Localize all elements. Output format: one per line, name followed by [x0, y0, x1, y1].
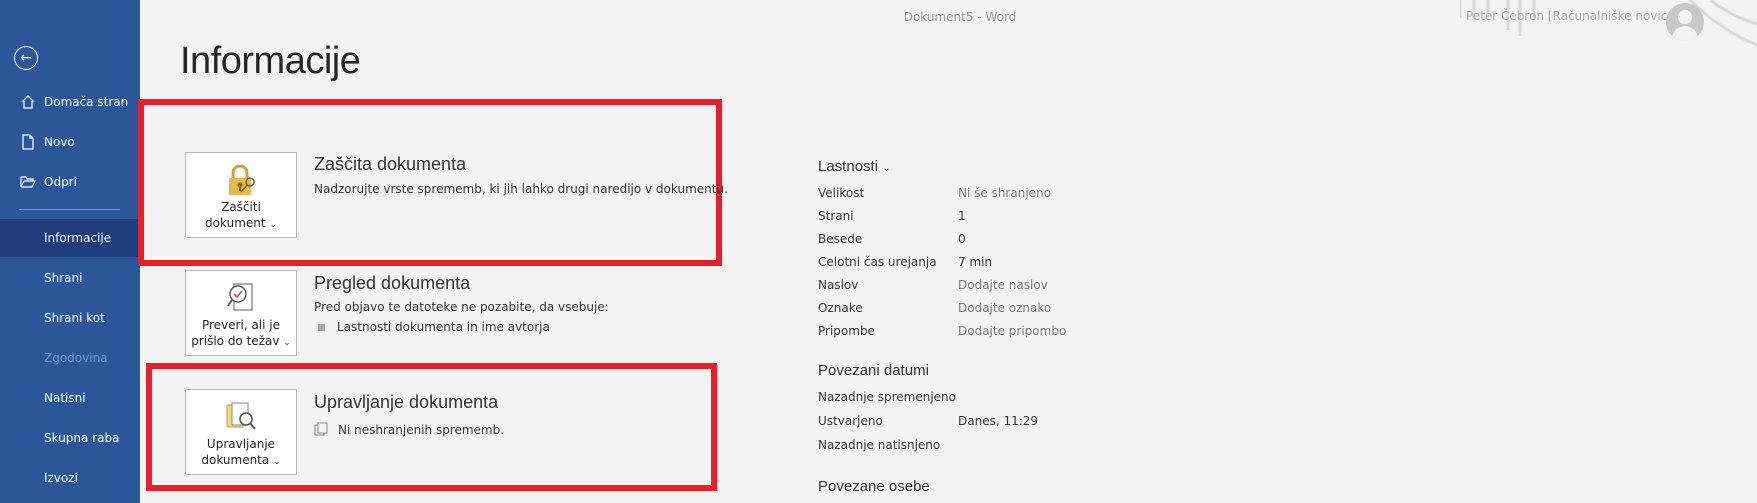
related-dates-heading: Povezani datumi [818, 362, 929, 379]
chevron-down-icon: ⌄ [283, 338, 291, 348]
nav-item-label: Novo [44, 135, 75, 149]
user-name[interactable]: Peter Čebron [Računalniške novice] [1466, 9, 1679, 23]
add-tag-field[interactable]: Dodajte oznako [958, 301, 1051, 315]
manage-section-description: Ni neshranjenih sprememb. [314, 422, 504, 439]
inspect-bullet-item: Lastnosti dokumenta in ime avtorja [318, 320, 550, 334]
nav-item-info[interactable]: Informacije [0, 219, 140, 257]
chevron-down-icon: ⌄ [882, 163, 891, 174]
back-arrow-icon[interactable]: ← [14, 46, 38, 70]
page-title: Informacije [180, 40, 361, 82]
nav-item-label: Skupna raba [44, 431, 120, 445]
document-title: Dokument5 - Word [903, 10, 1017, 24]
backstage-sidebar: ← Domača stran Novo Odpri Informacije Sh… [0, 0, 140, 503]
sidebar-divider [19, 209, 120, 210]
chevron-down-icon: ⌄ [273, 457, 281, 467]
bullet-icon [318, 324, 325, 331]
nav-item-label: Izvozi [44, 471, 78, 485]
nav-item-history: Zgodovina [0, 339, 140, 377]
add-title-field[interactable]: Dodajte naslov [958, 278, 1048, 292]
avatar-body [1672, 26, 1698, 41]
protect-section-description: Nadzorujte vrste sprememb, ki jih lahko … [314, 182, 728, 196]
nav-item-label: Informacije [44, 231, 112, 245]
nav-item-label: Odpri [44, 175, 77, 189]
nav-item-label: Zgodovina [44, 351, 108, 365]
inspect-section-title: Pregled dokumenta [314, 273, 471, 293]
nav-item-label: Shrani [44, 271, 83, 285]
properties-heading[interactable]: Lastnosti ⌄ [818, 158, 891, 175]
inspect-document-icon [224, 281, 258, 315]
document-copies-icon [314, 422, 328, 439]
nav-item-open[interactable]: Odpri [0, 163, 140, 201]
related-people-heading: Povezane osebe [818, 478, 930, 495]
nav-item-share[interactable]: Skupna raba [0, 419, 140, 457]
protect-document-button[interactable]: Zaščiti dokument ⌄ [185, 152, 297, 238]
nav-item-home[interactable]: Domača stran [0, 83, 140, 121]
nav-item-new[interactable]: Novo [0, 123, 140, 161]
manage-document-button[interactable]: Upravljanje dokumenta ⌄ [185, 389, 297, 475]
nav-item-print[interactable]: Natisni [0, 379, 140, 417]
nav-item-save[interactable]: Shrani [0, 259, 140, 297]
new-document-icon [19, 134, 37, 150]
manage-section-title: Upravljanje dokumenta [314, 392, 499, 412]
add-comment-field[interactable]: Dodajte pripombo [958, 324, 1066, 338]
button-label: Zaščiti dokument ⌄ [205, 200, 277, 230]
inspect-document-button[interactable]: Preveri, ali je prišlo do težav ⌄ [185, 270, 297, 356]
avatar[interactable] [1666, 3, 1704, 41]
button-label: Upravljanje dokumenta ⌄ [201, 437, 281, 467]
inspect-section-description: Pred objavo te datoteke ne pozabite, da … [314, 300, 609, 314]
open-folder-icon [19, 175, 37, 189]
avatar-head [1678, 10, 1692, 24]
manage-document-icon [224, 400, 258, 434]
button-label: Preveri, ali je prišlo do težav ⌄ [191, 318, 291, 348]
lock-key-icon [224, 163, 258, 197]
nav-item-label: Domača stran [44, 95, 129, 109]
chevron-down-icon: ⌄ [269, 220, 277, 230]
protect-section-title: Zaščita dokumenta [314, 154, 467, 174]
home-icon [19, 94, 37, 110]
nav-item-label: Shrani kot [44, 311, 105, 325]
nav-item-save-as[interactable]: Shrani kot [0, 299, 140, 337]
nav-item-export[interactable]: Izvozi [0, 459, 140, 497]
nav-item-label: Natisni [44, 391, 86, 405]
